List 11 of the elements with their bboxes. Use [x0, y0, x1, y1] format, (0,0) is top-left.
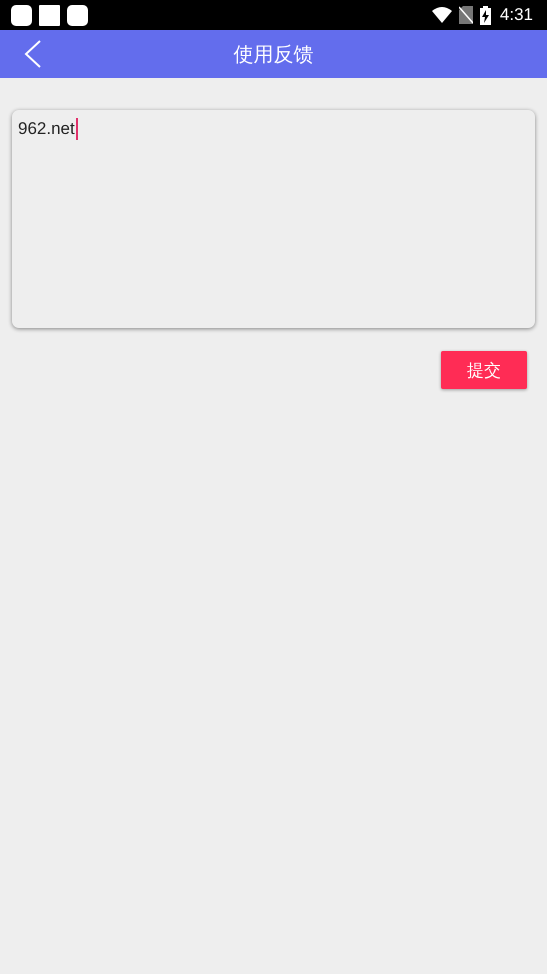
field-value: 962.net — [18, 118, 75, 140]
no-sim-icon — [458, 6, 473, 24]
notification-icon — [39, 4, 60, 26]
page-title: 使用反馈 — [234, 40, 314, 68]
notification-icon — [11, 4, 32, 26]
notification-icon — [67, 4, 88, 26]
status-time: 4:31 — [500, 5, 533, 25]
wifi-icon — [432, 7, 452, 23]
submit-button[interactable]: 提交 — [441, 351, 527, 389]
battery-charging-icon — [480, 6, 491, 24]
feedback-field[interactable]: 962.net — [12, 110, 535, 328]
